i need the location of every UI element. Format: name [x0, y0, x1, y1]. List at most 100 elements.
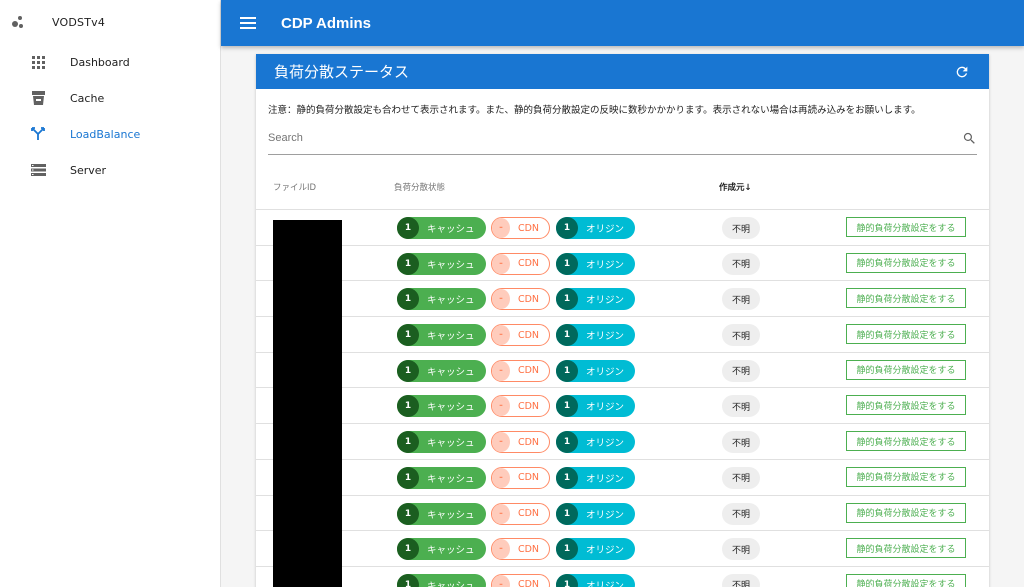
column-header-created[interactable]: 作成元↓ [719, 181, 752, 193]
origin-chip[interactable]: 1 オリジン [556, 431, 635, 454]
cdn-chip[interactable]: - CDN [491, 573, 550, 587]
static-load-balance-button[interactable]: 静的負荷分散設定をする [846, 431, 966, 452]
search-bar [268, 122, 977, 155]
search-input[interactable] [268, 132, 928, 144]
origin-label: オリジン [586, 509, 625, 521]
table-row: 1 キャッシュ - CDN 1 オリジン 不明 静的負荷分散設定をする [256, 281, 989, 318]
brand: VODSTv4 [0, 0, 220, 44]
sidebar-item-cache[interactable]: Cache [0, 80, 220, 116]
origin-count: 1 [556, 217, 578, 239]
cache-count: 1 [397, 502, 419, 525]
cache-chip[interactable]: 1 キャッシュ [397, 466, 486, 489]
origin-chip[interactable]: 1 オリジン [556, 466, 635, 489]
cache-chip[interactable]: 1 キャッシュ [397, 538, 486, 561]
cache-count: 1 [397, 538, 419, 561]
cache-chip[interactable]: 1 キャッシュ [397, 395, 486, 418]
cache-chip[interactable]: 1 キャッシュ [397, 573, 486, 587]
cdn-chip[interactable]: - CDN [491, 359, 550, 382]
cdn-chip[interactable]: - CDN [491, 217, 550, 239]
cache-icon [30, 90, 46, 106]
hamburger-menu-icon[interactable] [240, 14, 256, 32]
cdn-chip[interactable]: - CDN [491, 395, 550, 418]
column-header-status[interactable]: 負荷分散状態 [394, 181, 445, 193]
cache-chip[interactable]: 1 キャッシュ [397, 431, 486, 454]
cache-count: 1 [397, 252, 419, 275]
main-content: 負荷分散ステータス 注意：静的負荷分散設定も合わせて表示されます。また、静的負荷… [221, 46, 1024, 587]
static-load-balance-button[interactable]: 静的負荷分散設定をする [846, 395, 966, 416]
call-split-icon [30, 126, 46, 142]
creator-badge: 不明 [722, 538, 760, 561]
cdn-chip[interactable]: - CDN [491, 431, 550, 454]
cdn-count: - [492, 396, 510, 417]
cdn-count: - [492, 289, 510, 310]
table-body: 1 キャッシュ - CDN 1 オリジン 不明 静的負荷分散設定をする 1 キャッシュ - CDN 1 オ… [256, 210, 989, 587]
cdn-label: CDN [517, 472, 539, 484]
origin-count: 1 [556, 538, 578, 561]
cache-count: 1 [397, 395, 419, 418]
origin-count: 1 [556, 573, 578, 587]
server-icon [30, 162, 46, 178]
refresh-icon[interactable] [954, 64, 970, 80]
creator-badge: 不明 [722, 288, 760, 311]
notice-text: 注意：静的負荷分散設定も合わせて表示されます。また、静的負荷分散設定の反映に数秒… [268, 105, 921, 116]
origin-chip[interactable]: 1 オリジン [556, 359, 635, 382]
cache-label: キャッシュ [427, 509, 475, 521]
cdn-label: CDN [517, 365, 539, 377]
static-load-balance-button[interactable]: 静的負荷分散設定をする [846, 502, 966, 523]
cdn-count: - [492, 360, 510, 381]
cdn-label: CDN [517, 436, 539, 448]
cache-chip[interactable]: 1 キャッシュ [397, 252, 486, 275]
table-header: ファイルID 負荷分散状態 作成元↓ [256, 155, 989, 210]
cache-chip[interactable]: 1 キャッシュ [397, 324, 486, 347]
cdn-chip[interactable]: - CDN [491, 466, 550, 489]
origin-chip[interactable]: 1 オリジン [556, 395, 635, 418]
static-load-balance-button[interactable]: 静的負荷分散設定をする [846, 252, 966, 273]
origin-label: オリジン [586, 259, 625, 271]
cdn-count: - [492, 539, 510, 560]
cdn-chip[interactable]: - CDN [491, 288, 550, 311]
origin-chip[interactable]: 1 オリジン [556, 324, 635, 347]
load-balance-card: 負荷分散ステータス 注意：静的負荷分散設定も合わせて表示されます。また、静的負荷… [256, 54, 989, 587]
cache-label: キャッシュ [427, 295, 475, 307]
redaction-block [273, 220, 342, 587]
sidebar-item-loadbalance[interactable]: LoadBalance [0, 116, 220, 152]
static-load-balance-button[interactable]: 静的負荷分散設定をする [846, 573, 966, 587]
cache-label: キャッシュ [427, 580, 475, 587]
origin-chip[interactable]: 1 オリジン [556, 573, 635, 587]
table-row: 1 キャッシュ - CDN 1 オリジン 不明 静的負荷分散設定をする [256, 246, 989, 282]
cdn-chip[interactable]: - CDN [491, 538, 550, 561]
static-load-balance-button[interactable]: 静的負荷分散設定をする [846, 538, 966, 559]
origin-chip[interactable]: 1 オリジン [556, 252, 635, 275]
cache-chip[interactable]: 1 キャッシュ [397, 288, 486, 311]
cache-chip[interactable]: 1 キャッシュ [397, 502, 486, 525]
table-row: 1 キャッシュ - CDN 1 オリジン 不明 静的負荷分散設定をする [256, 210, 989, 246]
cdn-chip[interactable]: - CDN [491, 502, 550, 525]
origin-chip[interactable]: 1 オリジン [556, 502, 635, 525]
search-icon[interactable] [962, 131, 977, 146]
static-load-balance-button[interactable]: 静的負荷分散設定をする [846, 466, 966, 487]
origin-count: 1 [556, 252, 578, 275]
origin-chip[interactable]: 1 オリジン [556, 288, 635, 311]
column-header-file-id[interactable]: ファイルID [273, 181, 316, 193]
static-load-balance-button[interactable]: 静的負荷分散設定をする [846, 217, 966, 237]
static-load-balance-button[interactable]: 静的負荷分散設定をする [846, 359, 966, 380]
static-load-balance-button[interactable]: 静的負荷分散設定をする [846, 288, 966, 309]
creator-badge: 不明 [722, 217, 760, 239]
table-row: 1 キャッシュ - CDN 1 オリジン 不明 静的負荷分散設定をする [256, 496, 989, 532]
origin-chip[interactable]: 1 オリジン [556, 217, 635, 239]
cdn-chip[interactable]: - CDN [491, 252, 550, 275]
origin-count: 1 [556, 395, 578, 418]
cdn-label: CDN [517, 329, 539, 341]
cache-chip[interactable]: 1 キャッシュ [397, 359, 486, 382]
origin-chip[interactable]: 1 オリジン [556, 538, 635, 561]
cache-label: キャッシュ [427, 402, 475, 414]
static-load-balance-button[interactable]: 静的負荷分散設定をする [846, 324, 966, 345]
app-bar: CDP Admins [221, 0, 1024, 46]
table-row: 1 キャッシュ - CDN 1 オリジン 不明 静的負荷分散設定をする [256, 460, 989, 496]
cdn-chip[interactable]: - CDN [491, 324, 550, 347]
sidebar-item-server[interactable]: Server [0, 152, 220, 188]
cdn-count: - [492, 574, 510, 587]
origin-count: 1 [556, 359, 578, 382]
cache-chip[interactable]: 1 キャッシュ [397, 217, 486, 239]
sidebar-item-dashboard[interactable]: Dashboard [0, 44, 220, 80]
